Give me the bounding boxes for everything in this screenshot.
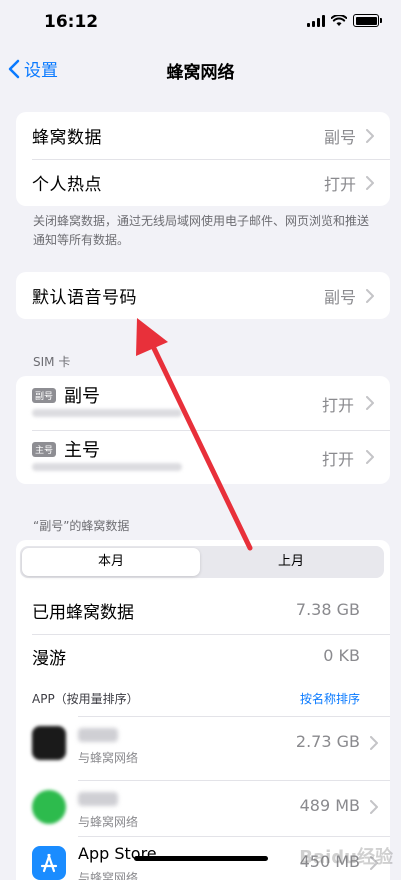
used-data-label: 已用蜂窝数据 — [32, 603, 134, 623]
status-time: 16:12 — [44, 12, 99, 32]
redacted-app-name — [78, 792, 118, 806]
default-voice-line-value: 副号 — [323, 287, 356, 307]
sim-status: 打开 — [321, 396, 354, 415]
cellular-settings-group: 蜂窝数据 副号 个人热点 打开 — [16, 112, 390, 206]
chevron-right-icon — [370, 736, 378, 750]
battery-icon — [353, 14, 382, 27]
chevron-right-icon — [366, 128, 374, 143]
cellular-data-label: 蜂窝数据 — [32, 128, 102, 148]
chevron-right-icon — [366, 396, 374, 410]
sim-name: 副号 — [64, 386, 100, 407]
chevron-right-icon — [366, 175, 374, 190]
home-indicator[interactable] — [134, 856, 268, 861]
app-usage-value: 489 MB — [299, 796, 360, 815]
app-icon — [32, 790, 66, 824]
sim-name: 主号 — [64, 440, 100, 461]
roaming-value: 0 KB — [323, 646, 360, 665]
chevron-right-icon — [370, 800, 378, 814]
chevron-right-icon — [366, 288, 374, 303]
segment-last-month[interactable]: 上月 — [202, 548, 380, 576]
cellular-footnote: 关闭蜂窝数据，通过无线局域网使用电子邮件、网页浏览和推送通知等所有数据。 — [33, 214, 370, 247]
wifi-icon — [331, 14, 347, 26]
cellular-data-value: 副号 — [323, 127, 356, 147]
navigation-bar: 设置 蜂窝网络 — [0, 50, 401, 90]
roaming-row: 漫游 0 KB — [16, 634, 390, 678]
redacted-app-name — [78, 728, 118, 742]
sim-badge: 副号 — [32, 388, 57, 403]
personal-hotspot-row[interactable]: 个人热点 打开 — [16, 159, 390, 206]
segment-this-month[interactable]: 本月 — [22, 548, 200, 576]
sim-item[interactable]: 副号 副号 打开 — [16, 376, 390, 430]
app-store-icon — [32, 846, 66, 880]
status-bar: 16:12 — [0, 0, 401, 44]
app-usage-row[interactable]: 与蜂窝网络 489 MB — [16, 780, 390, 836]
voice-group: 默认语音号码 副号 — [16, 272, 390, 319]
chevron-right-icon — [366, 450, 374, 464]
status-icons — [307, 14, 382, 27]
used-data-row: 已用蜂窝数据 7.38 GB — [16, 588, 390, 632]
sim-item[interactable]: 主号 主号 打开 — [16, 430, 390, 484]
default-voice-line-row[interactable]: 默认语音号码 副号 — [16, 272, 390, 319]
personal-hotspot-label: 个人热点 — [32, 175, 102, 195]
cellular-data-row[interactable]: 蜂窝数据 副号 — [16, 112, 390, 159]
roaming-label: 漫游 — [32, 649, 66, 669]
sim-section-header: SIM 卡 — [33, 355, 71, 369]
redacted-number — [32, 409, 182, 417]
app-usage-value: 2.73 GB — [295, 732, 360, 751]
app-icon — [32, 726, 66, 760]
app-usage-row[interactable]: 与蜂窝网络 2.73 GB — [16, 716, 390, 772]
watermark: Baidu经验 — [299, 847, 393, 868]
usage-group: 本月 上月 已用蜂窝数据 7.38 GB 漫游 0 KB APP（按用量排序） … — [16, 540, 390, 880]
app-subtitle: 与蜂窝网络 — [78, 815, 139, 829]
usage-section-header: “副号”的蜂窝数据 — [33, 519, 130, 533]
app-subtitle: 与蜂窝网络 — [78, 751, 139, 765]
app-subtitle: 与蜂窝网络 — [78, 871, 139, 880]
sort-by-name-link[interactable]: 按名称排序 — [300, 690, 360, 707]
redacted-number — [32, 463, 182, 471]
sim-badge: 主号 — [32, 442, 57, 457]
cellular-signal-icon — [307, 14, 325, 27]
page-title: 蜂窝网络 — [166, 63, 235, 83]
sim-group: 副号 副号 打开 主号 主号 打开 — [16, 376, 390, 484]
period-segmented-control: 本月 上月 — [20, 546, 384, 578]
used-data-value: 7.38 GB — [295, 600, 360, 619]
default-voice-line-label: 默认语音号码 — [32, 288, 137, 308]
sim-status: 打开 — [321, 450, 354, 469]
personal-hotspot-value: 打开 — [323, 174, 356, 194]
app-list-header: APP（按用量排序） — [32, 692, 139, 706]
